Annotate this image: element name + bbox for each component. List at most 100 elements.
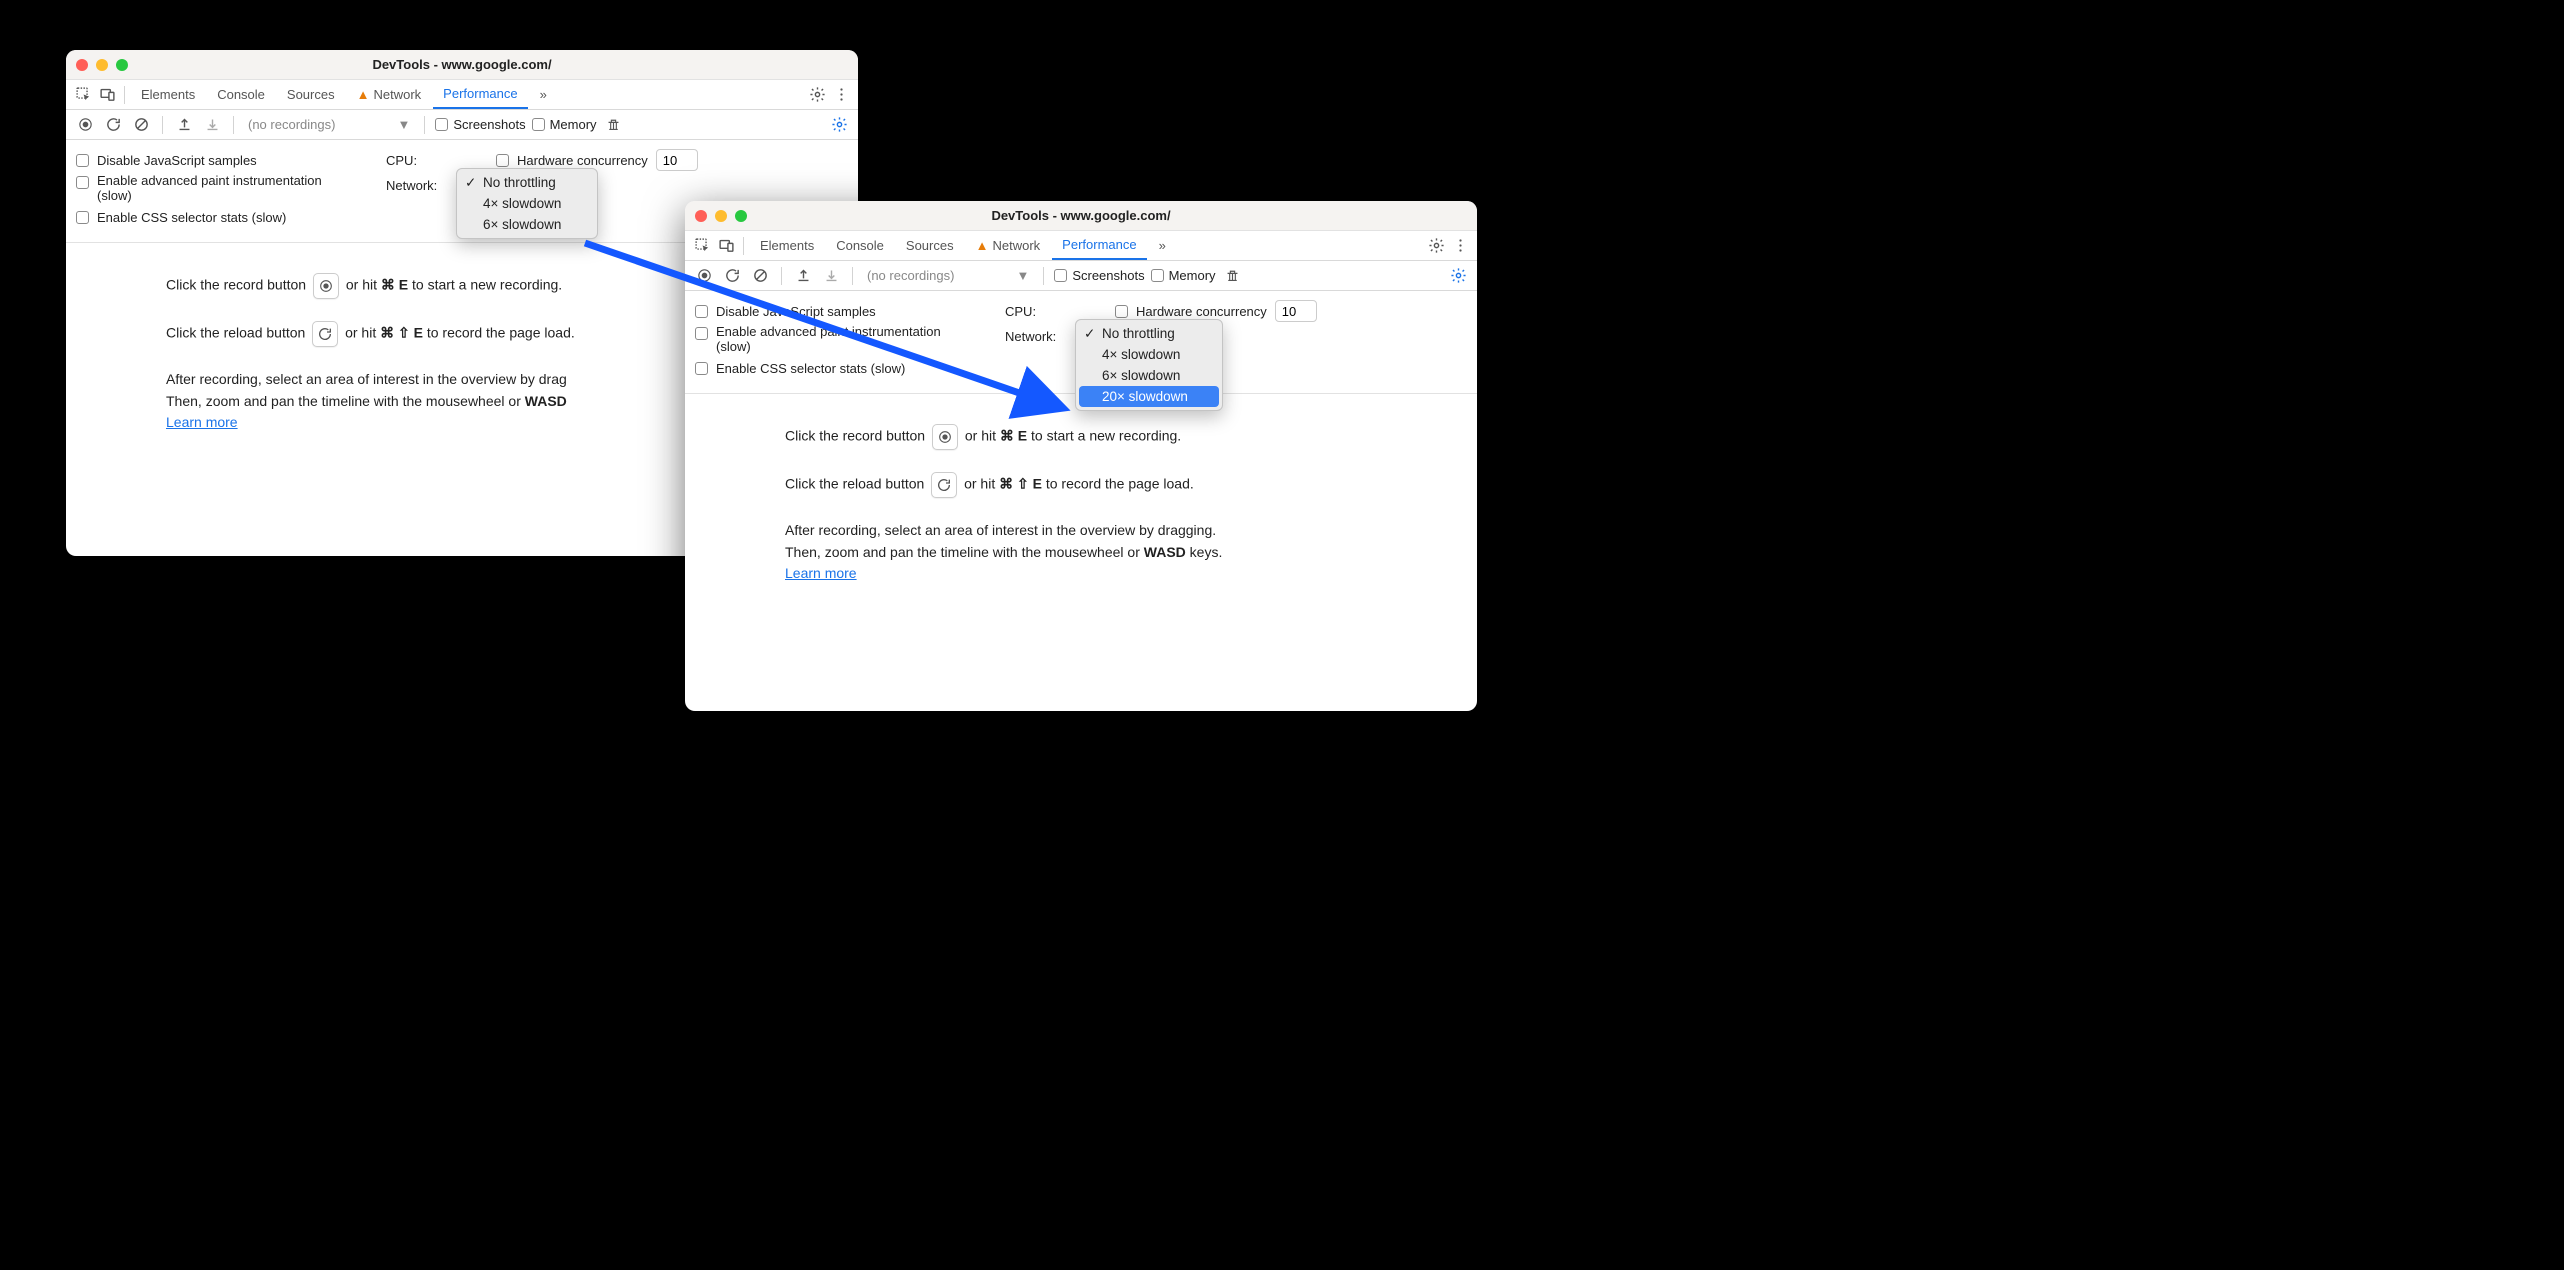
tab-performance[interactable]: Performance <box>433 80 527 109</box>
cpu-option-20x[interactable]: 20× slowdown <box>1079 386 1219 407</box>
checkbox-icon[interactable] <box>76 154 89 167</box>
memory-checkbox[interactable]: Memory <box>532 117 597 132</box>
record-button-inline[interactable] <box>313 273 339 299</box>
tab-network-label: Network <box>992 238 1040 253</box>
divider <box>1043 267 1044 285</box>
cpu-option-no-throttling[interactable]: No throttling <box>457 172 597 193</box>
recording-select[interactable]: (no recordings) ▼ <box>863 268 1033 283</box>
cpu-option-4x[interactable]: 4× slowdown <box>1076 344 1222 365</box>
traffic-lights <box>76 59 128 71</box>
memory-checkbox[interactable]: Memory <box>1151 268 1216 283</box>
device-toggle-icon[interactable] <box>715 235 737 257</box>
recording-select-label: (no recordings) <box>248 117 335 132</box>
reload-record-button[interactable] <box>721 265 743 287</box>
reload-button-inline[interactable] <box>312 321 338 347</box>
checkbox-icon[interactable] <box>695 327 708 340</box>
inspect-icon[interactable] <box>72 84 94 106</box>
upload-icon[interactable] <box>173 114 195 136</box>
download-icon[interactable] <box>201 114 223 136</box>
close-window-button[interactable] <box>695 210 707 222</box>
record-button[interactable] <box>74 114 96 136</box>
after-hint-1: After recording, select an area of inter… <box>166 369 758 391</box>
disable-js-label: Disable JavaScript samples <box>716 304 985 319</box>
reload-record-button[interactable] <box>102 114 124 136</box>
screenshots-checkbox[interactable]: Screenshots <box>435 117 525 132</box>
minimize-window-button[interactable] <box>96 59 108 71</box>
divider <box>233 116 234 134</box>
checkbox-icon[interactable] <box>496 154 509 167</box>
hw-concurrency-input[interactable] <box>656 149 698 171</box>
tab-sources[interactable]: Sources <box>896 231 964 260</box>
recording-select[interactable]: (no recordings) ▼ <box>244 117 414 132</box>
disable-js-label: Disable JavaScript samples <box>97 153 366 168</box>
learn-more-link[interactable]: Learn more <box>166 414 238 430</box>
inspect-icon[interactable] <box>691 235 713 257</box>
performance-toolbar: (no recordings) ▼ Screenshots Memory <box>66 110 858 140</box>
titlebar: DevTools - www.google.com/ <box>66 50 858 80</box>
close-window-button[interactable] <box>76 59 88 71</box>
divider <box>424 116 425 134</box>
more-menu-icon[interactable] <box>1449 235 1471 257</box>
empty-state: Click the record button or hit ⌘ E to st… <box>685 394 1477 627</box>
divider <box>124 86 125 104</box>
capture-settings-gear-icon[interactable] <box>1447 265 1469 287</box>
capture-settings-gear-icon[interactable] <box>828 114 850 136</box>
cpu-label: CPU: <box>1005 304 1036 319</box>
css-stats-label: Enable CSS selector stats (slow) <box>716 361 985 376</box>
checkbox-icon <box>532 118 545 131</box>
upload-icon[interactable] <box>792 265 814 287</box>
tab-elements[interactable]: Elements <box>750 231 824 260</box>
cpu-throttle-dropdown: No throttling 4× slowdown 6× slowdown <box>456 168 598 239</box>
device-toggle-icon[interactable] <box>96 84 118 106</box>
tab-sources[interactable]: Sources <box>277 80 345 109</box>
tab-network[interactable]: ▲ Network <box>347 80 432 109</box>
clear-button[interactable] <box>749 265 771 287</box>
clear-button[interactable] <box>130 114 152 136</box>
cpu-option-4x[interactable]: 4× slowdown <box>457 193 597 214</box>
zoom-window-button[interactable] <box>735 210 747 222</box>
cpu-option-6x[interactable]: 6× slowdown <box>1076 365 1222 386</box>
tabs-overflow[interactable]: » <box>1149 231 1176 260</box>
record-button-inline[interactable] <box>932 424 958 450</box>
tab-elements[interactable]: Elements <box>131 80 205 109</box>
cpu-option-6x[interactable]: 6× slowdown <box>457 214 597 235</box>
recording-select-label: (no recordings) <box>867 268 954 283</box>
checkbox-icon[interactable] <box>76 176 89 189</box>
tab-network-label: Network <box>373 87 421 102</box>
garbage-collect-icon[interactable] <box>603 114 625 136</box>
checkbox-icon[interactable] <box>695 305 708 318</box>
divider <box>781 267 782 285</box>
tab-performance[interactable]: Performance <box>1052 231 1146 260</box>
minimize-window-button[interactable] <box>715 210 727 222</box>
memory-label: Memory <box>550 117 597 132</box>
checkbox-icon <box>1151 269 1164 282</box>
cpu-option-no-throttling[interactable]: No throttling <box>1076 323 1222 344</box>
settings-gear-icon[interactable] <box>1425 235 1447 257</box>
hw-concurrency-label: Hardware concurrency <box>1136 304 1267 319</box>
download-icon[interactable] <box>820 265 842 287</box>
after-hint-2: Then, zoom and pan the timeline with the… <box>785 542 1377 564</box>
checkbox-icon <box>435 118 448 131</box>
tab-network[interactable]: ▲ Network <box>966 231 1051 260</box>
reload-button-inline[interactable] <box>931 472 957 498</box>
checkbox-icon[interactable] <box>1115 305 1128 318</box>
hw-concurrency-input[interactable] <box>1275 300 1317 322</box>
checkbox-icon[interactable] <box>76 211 89 224</box>
zoom-window-button[interactable] <box>116 59 128 71</box>
more-menu-icon[interactable] <box>830 84 852 106</box>
checkbox-icon[interactable] <box>695 362 708 375</box>
tab-console[interactable]: Console <box>826 231 894 260</box>
tab-console[interactable]: Console <box>207 80 275 109</box>
record-button[interactable] <box>693 265 715 287</box>
titlebar: DevTools - www.google.com/ <box>685 201 1477 231</box>
screenshots-checkbox[interactable]: Screenshots <box>1054 268 1144 283</box>
learn-more-link[interactable]: Learn more <box>785 565 857 581</box>
reload-hint: Click the reload button or hit ⌘ ⇧ E to … <box>166 321 758 347</box>
window-title: DevTools - www.google.com/ <box>685 208 1477 223</box>
garbage-collect-icon[interactable] <box>1222 265 1244 287</box>
warning-icon: ▲ <box>976 238 989 253</box>
performance-toolbar: (no recordings) ▼ Screenshots Memory <box>685 261 1477 291</box>
settings-gear-icon[interactable] <box>806 84 828 106</box>
css-stats-label: Enable CSS selector stats (slow) <box>97 210 366 225</box>
tabs-overflow[interactable]: » <box>530 80 557 109</box>
